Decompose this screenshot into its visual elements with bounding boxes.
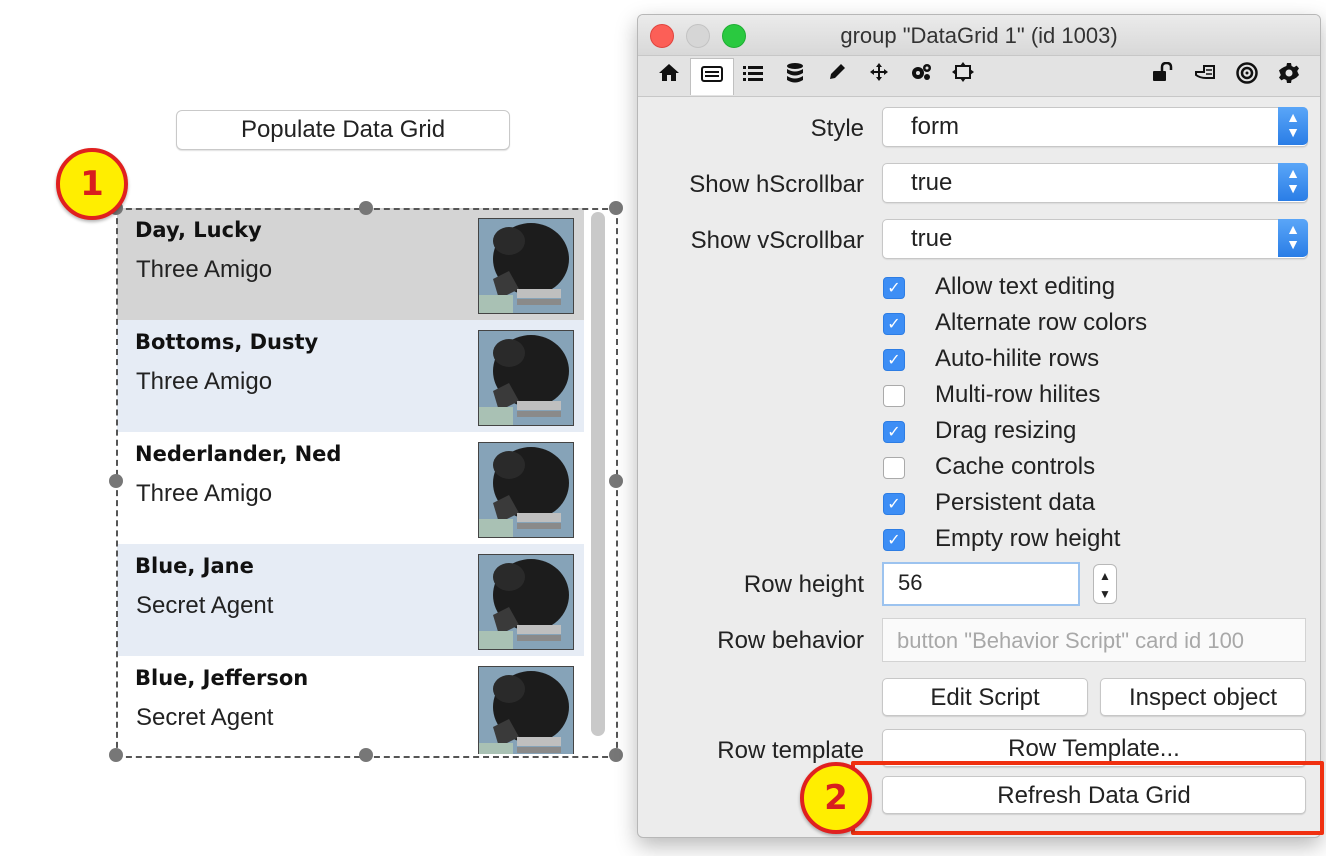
show-hscrollbar-label: Show hScrollbar — [689, 171, 864, 198]
empty-row-height-checkbox[interactable]: ✓ — [883, 529, 905, 551]
basic-properties-icon[interactable] — [690, 58, 734, 95]
row-name: Blue, Jefferson — [135, 666, 309, 690]
row-name: Blue, Jane — [135, 554, 254, 578]
resize-handle-top[interactable] — [359, 201, 373, 215]
style-select-value: form — [911, 113, 959, 140]
grid-row[interactable]: Blue, Jefferson Secret Agent — [117, 656, 584, 754]
row-name: Day, Lucky — [135, 218, 262, 242]
portrait-image — [479, 443, 573, 537]
resize-handle-bottom-right[interactable] — [609, 748, 623, 762]
show-hscrollbar-value: true — [911, 169, 953, 196]
style-select[interactable]: form ▲ ▼ — [882, 107, 1308, 147]
alternate-row-colors-label: Alternate row colors — [935, 309, 1148, 336]
drag-resizing-label: Drag resizing — [935, 417, 1077, 444]
gears-icon[interactable] — [906, 62, 936, 90]
row-image — [478, 330, 574, 426]
resize-handle-bottom[interactable] — [359, 748, 373, 762]
cache-controls-checkbox[interactable] — [883, 457, 905, 479]
row-image — [478, 666, 574, 754]
row-subtitle: Three Amigo — [136, 256, 273, 283]
drag-resizing-checkbox[interactable]: ✓ — [883, 421, 905, 443]
callout-badge-1: 1 — [56, 148, 128, 220]
populate-data-grid-button[interactable]: Populate Data Grid — [176, 110, 510, 150]
edit-script-button[interactable]: Edit Script — [882, 678, 1088, 716]
row-template-label: Row template — [717, 737, 864, 764]
portrait-image — [479, 555, 573, 649]
chevron-up-down-icon: ▲ ▼ — [1278, 107, 1308, 145]
vertical-scrollbar[interactable] — [591, 212, 605, 736]
resize-handle-left[interactable] — [109, 474, 123, 488]
resize-handle-right[interactable] — [609, 474, 623, 488]
data-grid[interactable]: Day, Lucky Three Amigo Bottoms, Dusty Th… — [117, 208, 615, 754]
resize-handle-bottom-left[interactable] — [109, 748, 123, 762]
callout-badge-2: 2 — [800, 762, 872, 834]
chevron-up-down-icon: ▲ ▼ — [1278, 163, 1308, 201]
home-icon[interactable] — [654, 62, 684, 90]
row-name: Bottoms, Dusty — [135, 330, 319, 354]
row-behavior-field[interactable]: button "Behavior Script" card id 100 — [882, 618, 1306, 662]
database-icon[interactable] — [780, 62, 810, 90]
multi-row-hilites-checkbox[interactable] — [883, 385, 905, 407]
row-subtitle: Secret Agent — [136, 704, 274, 731]
gear-icon[interactable] — [1274, 62, 1304, 90]
move-icon[interactable] — [864, 62, 894, 90]
row-image — [478, 442, 574, 538]
portrait-image — [479, 219, 573, 313]
target-icon[interactable] — [1232, 62, 1262, 90]
empty-row-height-label: Empty row height — [935, 525, 1121, 552]
auto-hilite-rows-checkbox[interactable]: ✓ — [883, 349, 905, 371]
resize-icon[interactable] — [948, 62, 978, 90]
row-height-input[interactable]: 56 — [882, 562, 1080, 606]
inspector-toolbar — [638, 55, 1320, 97]
pencil-icon[interactable] — [822, 62, 852, 90]
allow-text-editing-checkbox[interactable]: ✓ — [883, 277, 905, 299]
row-image — [478, 554, 574, 650]
grid-row[interactable]: Blue, Jane Secret Agent — [117, 544, 584, 656]
row-subtitle: Three Amigo — [136, 480, 273, 507]
grid-row[interactable]: Day, Lucky Three Amigo — [117, 208, 584, 320]
hand-icon[interactable] — [1190, 62, 1220, 90]
auto-hilite-rows-label: Auto-hilite rows — [935, 345, 1100, 372]
allow-text-editing-label: Allow text editing — [935, 273, 1116, 300]
title-bar[interactable]: group "DataGrid 1" (id 1003) — [638, 15, 1320, 55]
row-height-label: Row height — [743, 571, 864, 598]
inspector-window: group "DataGrid 1" (id 1003) Style form … — [637, 14, 1321, 838]
portrait-image — [479, 331, 573, 425]
show-hscrollbar-select[interactable]: true ▲ ▼ — [882, 163, 1308, 203]
multi-row-hilites-label: Multi-row hilites — [935, 381, 1101, 408]
row-image — [478, 218, 574, 314]
lock-icon[interactable] — [1148, 61, 1178, 90]
persistent-data-label: Persistent data — [935, 489, 1096, 516]
refresh-highlight-box — [851, 761, 1324, 835]
row-height-stepper[interactable]: ▲ ▼ — [1093, 564, 1117, 604]
row-behavior-label: Row behavior — [717, 627, 864, 654]
row-subtitle: Three Amigo — [136, 368, 273, 395]
window-title: group "DataGrid 1" (id 1003) — [840, 23, 1118, 48]
grid-row[interactable]: Nederlander, Ned Three Amigo — [117, 432, 584, 544]
show-vscrollbar-label: Show vScrollbar — [690, 227, 864, 254]
cache-controls-label: Cache controls — [935, 453, 1096, 480]
show-vscrollbar-value: true — [911, 225, 953, 252]
resize-handle-top-right[interactable] — [609, 201, 623, 215]
row-subtitle: Secret Agent — [136, 592, 274, 619]
persistent-data-checkbox[interactable]: ✓ — [883, 493, 905, 515]
portrait-image — [479, 667, 573, 754]
show-vscrollbar-select[interactable]: true ▲ ▼ — [882, 219, 1308, 259]
chevron-up-down-icon: ▲ ▼ — [1278, 219, 1308, 257]
alternate-row-colors-checkbox[interactable]: ✓ — [883, 313, 905, 335]
row-name: Nederlander, Ned — [135, 442, 342, 466]
inspect-object-button[interactable]: Inspect object — [1100, 678, 1306, 716]
list-icon[interactable] — [738, 62, 768, 90]
style-label: Style — [810, 115, 864, 142]
grid-row[interactable]: Bottoms, Dusty Three Amigo — [117, 320, 584, 432]
